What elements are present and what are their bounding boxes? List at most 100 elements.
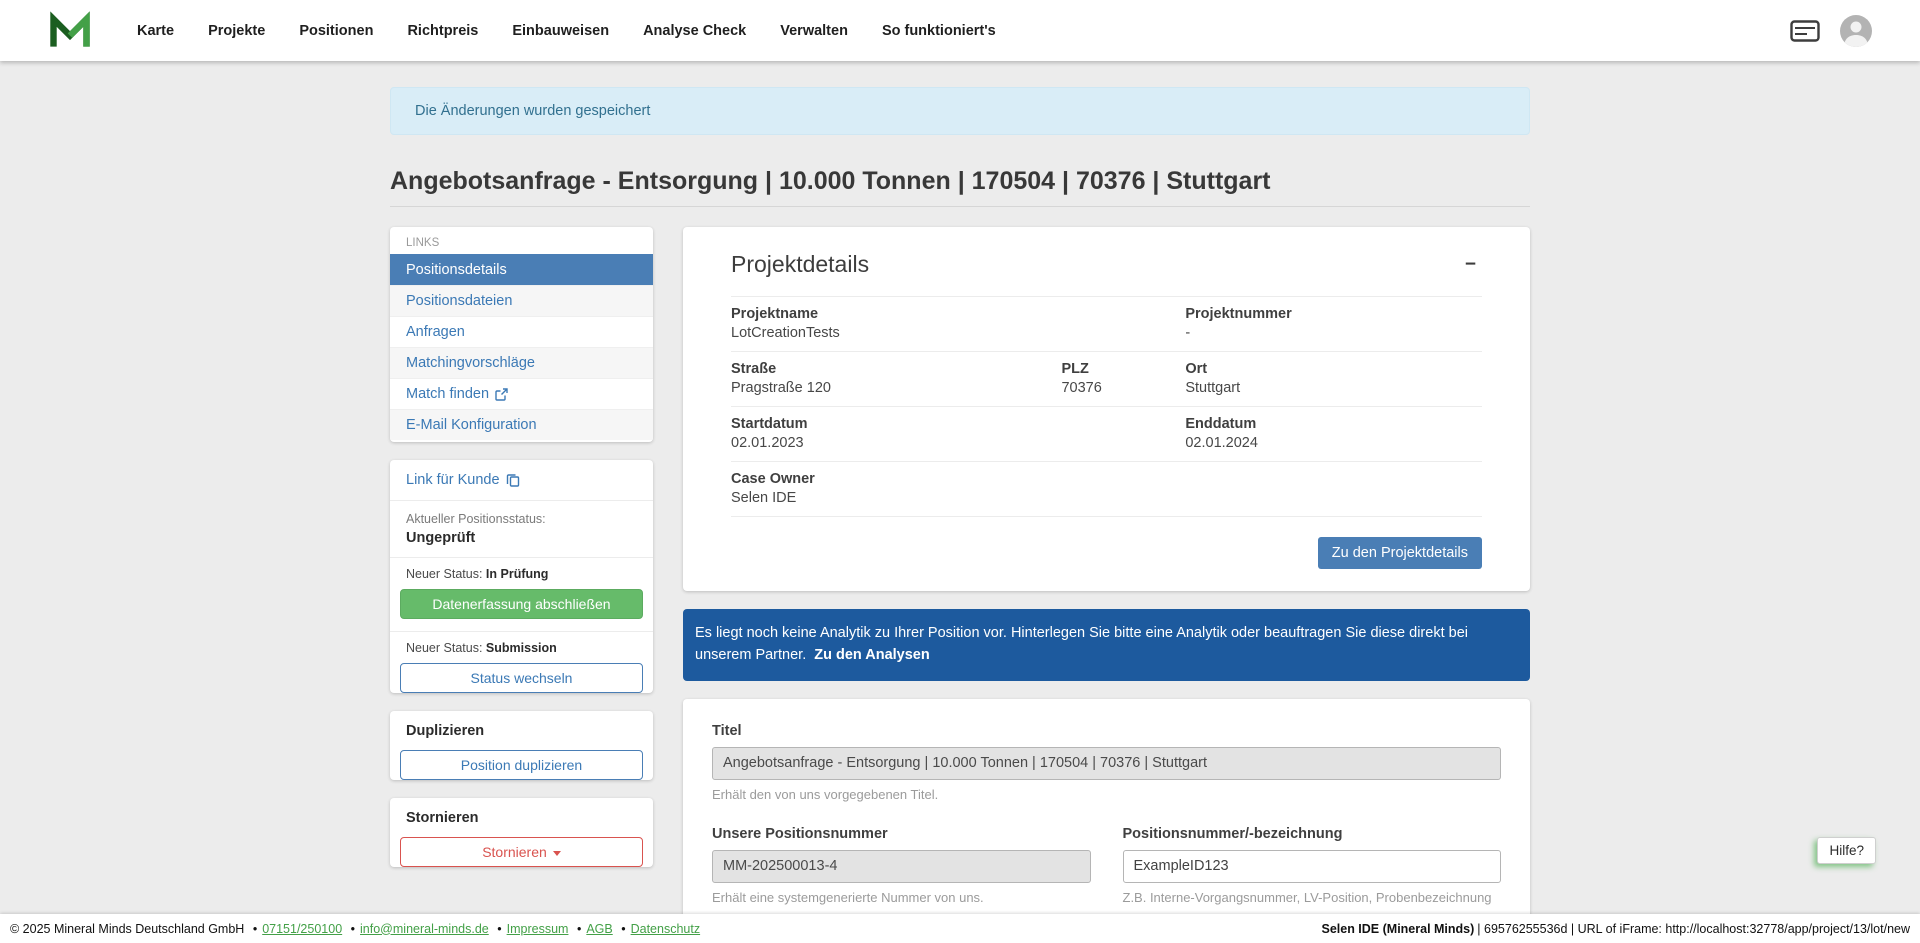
new-status-value-2: Submission <box>486 641 557 655</box>
new-status-row-2: Neuer Status: Submission <box>390 632 653 661</box>
project-details-title: Projektdetails <box>731 251 869 278</box>
nav-item-karte[interactable]: Karte <box>120 23 191 39</box>
current-status-value: Ungeprüft <box>406 530 637 546</box>
analytics-banner: Es liegt noch keine Analytik zu Ihrer Po… <box>683 609 1530 681</box>
cancel-header: Stornieren <box>390 798 653 835</box>
cancel-button[interactable]: Stornieren <box>400 837 643 867</box>
collapse-icon[interactable]: − <box>1459 251 1482 278</box>
new-status-row-1: Neuer Status: In Prüfung <box>390 558 653 587</box>
field-value: 02.01.2024 <box>1185 435 1482 451</box>
nav-item-so-funktionierts[interactable]: So funktioniert's <box>865 23 1013 39</box>
nav-item-richtpreis[interactable]: Richtpreis <box>390 23 495 39</box>
footer-copyright: © 2025 Mineral Minds Deutschland GmbH <box>10 922 244 936</box>
positionsnummer-input[interactable] <box>1123 850 1502 883</box>
unsere-positionsnummer-input <box>712 850 1091 883</box>
footer-link-email[interactable]: info@mineral-minds.de <box>360 922 489 936</box>
nav-item-positionen[interactable]: Positionen <box>282 23 390 39</box>
success-alert: Die Änderungen wurden gespeichert <box>390 87 1530 135</box>
nav-item-einbauweisen[interactable]: Einbauweisen <box>495 23 626 39</box>
field-label: Enddatum <box>1185 416 1482 432</box>
analytics-banner-text: Es liegt noch keine Analytik zu Ihrer Po… <box>695 625 1468 663</box>
external-link-icon <box>495 388 508 401</box>
switch-status-button[interactable]: Status wechseln <box>400 663 643 693</box>
title-divider <box>390 206 1530 207</box>
content-area: Die Änderungen wurden gespeichert Angebo… <box>0 61 1920 914</box>
sidebar-item-email-konfiguration[interactable]: E-Mail Konfiguration <box>390 409 653 440</box>
footer-link-agb[interactable]: AGB <box>586 922 612 936</box>
footer-link-impressum[interactable]: Impressum <box>507 922 569 936</box>
field-label: Startdatum <box>731 416 1185 432</box>
current-status-label: Aktueller Positionsstatus: <box>406 512 637 526</box>
project-row: Startdatum 02.01.2023 Enddatum 02.01.202… <box>731 407 1482 462</box>
titel-input <box>712 747 1501 780</box>
titel-label: Titel <box>712 723 1501 739</box>
links-header: LINKS <box>390 227 653 254</box>
field-label: Projektnummer <box>1185 306 1482 322</box>
cancel-button-label: Stornieren <box>482 844 547 860</box>
project-row: Straße Pragstraße 120 PLZ 70376 Ort Stut… <box>731 352 1482 407</box>
new-status-value-1: In Prüfung <box>486 567 549 581</box>
footer: © 2025 Mineral Minds Deutschland GmbH •0… <box>0 914 1920 943</box>
footer-user-name: Selen IDE (Mineral Minds) <box>1321 922 1474 936</box>
user-avatar[interactable] <box>1840 15 1872 47</box>
sidebar-item-matchingvorschlaege[interactable]: Matchingvorschläge <box>390 347 653 378</box>
field-value: Pragstraße 120 <box>731 380 1061 396</box>
field-label: Projektname <box>731 306 1185 322</box>
copy-icon <box>506 473 520 487</box>
field-value: - <box>1185 325 1482 341</box>
mineral-minds-logo[interactable] <box>48 11 92 51</box>
nav-item-verwalten[interactable]: Verwalten <box>763 23 865 39</box>
go-to-project-details-button[interactable]: Zu den Projektdetails <box>1318 537 1482 569</box>
server-icon[interactable] <box>1790 20 1820 42</box>
field-label: PLZ <box>1061 361 1185 377</box>
field-value: 02.01.2023 <box>731 435 1185 451</box>
project-details-card: Projektdetails − Projektname LotCreation… <box>683 227 1530 591</box>
footer-left: © 2025 Mineral Minds Deutschland GmbH •0… <box>10 922 700 936</box>
complete-data-entry-button[interactable]: Datenerfassung abschließen <box>400 589 643 619</box>
footer-link-datenschutz[interactable]: Datenschutz <box>631 922 700 936</box>
positionsnummer-label: Positionsnummer/-bezeichnung <box>1123 826 1502 842</box>
sidebar-item-match-finden[interactable]: Match finden <box>390 378 653 409</box>
sidebar-item-label: Match finden <box>406 386 489 402</box>
project-row: Projektname LotCreationTests Projektnumm… <box>731 297 1482 352</box>
main-column: Projektdetails − Projektname LotCreation… <box>683 227 1530 914</box>
nav-right-icons <box>1790 15 1872 47</box>
logo-m-icon <box>48 11 92 51</box>
person-icon <box>1840 15 1872 47</box>
footer-link-phone[interactable]: 07151/250100 <box>262 922 342 936</box>
field-value: LotCreationTests <box>731 325 1185 341</box>
cancel-card: Stornieren Stornieren <box>390 798 653 867</box>
page-title: Angebotsanfrage - Entsorgung | 10.000 To… <box>390 167 1530 196</box>
titel-helper: Erhält den von uns vorgegebenen Titel. <box>712 787 1501 802</box>
duplicate-header: Duplizieren <box>390 711 653 748</box>
field-value: 70376 <box>1061 380 1185 396</box>
footer-user-meta: | 69576255536d | URL of iFrame: http://l… <box>1477 922 1910 936</box>
nav-item-projekte[interactable]: Projekte <box>191 23 282 39</box>
sidebar: LINKS Positionsdetails Positionsdateien … <box>390 227 653 885</box>
top-nav: Karte Projekte Positionen Richtpreis Ein… <box>0 0 1920 61</box>
go-to-analyses-link[interactable]: Zu den Analysen <box>814 647 929 663</box>
project-row: Case Owner Selen IDE <box>731 462 1482 517</box>
duplicate-position-button[interactable]: Position duplizieren <box>400 750 643 780</box>
field-value: Stuttgart <box>1185 380 1482 396</box>
sidebar-item-positionsdateien[interactable]: Positionsdateien <box>390 285 653 316</box>
customer-link-label: Link für Kunde <box>406 472 500 488</box>
help-button[interactable]: Hilfe? <box>1817 837 1876 864</box>
links-card: LINKS Positionsdetails Positionsdateien … <box>390 227 653 442</box>
footer-user-info: Selen IDE (Mineral Minds)| 69576255536d … <box>1321 922 1910 936</box>
sidebar-item-anfragen[interactable]: Anfragen <box>390 316 653 347</box>
unsere-positionsnummer-helper: Erhält eine systemgenerierte Nummer von … <box>712 890 1091 905</box>
field-label: Ort <box>1185 361 1482 377</box>
caret-down-icon <box>553 851 561 856</box>
field-value: Selen IDE <box>731 490 1482 506</box>
nav-item-analyse-check[interactable]: Analyse Check <box>626 23 763 39</box>
duplicate-card: Duplizieren Position duplizieren <box>390 711 653 780</box>
customer-link[interactable]: Link für Kunde <box>406 472 520 488</box>
position-form-card: Titel Erhält den von uns vorgegebenen Ti… <box>683 699 1530 915</box>
field-label: Straße <box>731 361 1061 377</box>
positionsnummer-helper: Z.B. Interne-Vorgangsnummer, LV-Position… <box>1123 890 1502 905</box>
unsere-positionsnummer-label: Unsere Positionsnummer <box>712 826 1091 842</box>
status-card: Link für Kunde Aktueller Positionsstatus… <box>390 460 653 693</box>
field-label: Case Owner <box>731 471 1482 487</box>
sidebar-item-positionsdetails[interactable]: Positionsdetails <box>390 254 653 285</box>
